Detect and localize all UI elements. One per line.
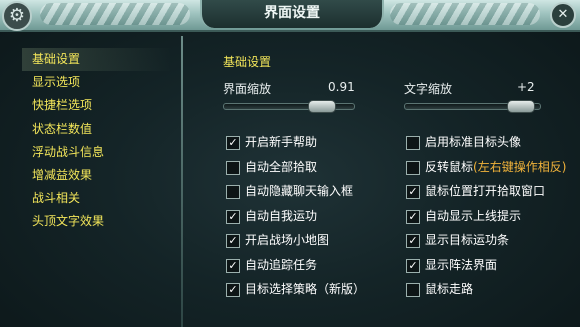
checkmark-icon: ✓ <box>408 258 418 272</box>
window-title: 界面设置 <box>200 0 384 28</box>
checkmark-icon: ✓ <box>408 234 418 247</box>
sidebar-item-combat[interactable]: 战斗相关 <box>22 187 172 210</box>
text-scale-value: +2 <box>517 80 535 94</box>
sidebar-item-floating-combat[interactable]: 浮动战斗信息 <box>22 141 172 164</box>
option-text: 自动追踪任务 <box>245 257 318 272</box>
option-label: 自动全部拾取 <box>245 159 317 176</box>
settings-content: 基础设置 界面缩放 0.91 文字缩放 +2 ✓ 开启新手帮助 自动全部拾取自动隐藏… <box>190 48 580 327</box>
option-label: 鼠标位置打开拾取窗口 <box>425 183 545 200</box>
checkbox[interactable] <box>406 283 420 297</box>
option-note: (左右键操作相反) <box>473 159 567 174</box>
option-text: 反转鼠标 <box>425 159 474 174</box>
option-label: 自动隐藏聊天输入框 <box>245 183 353 200</box>
option-label: 鼠标走路 <box>425 281 473 298</box>
option-label: 自动追踪任务 <box>245 257 317 274</box>
option-text: 自动显示上线提示 <box>425 208 522 223</box>
checkmark-icon: ✓ <box>228 136 238 149</box>
checkmark-icon: ✓ <box>408 185 418 198</box>
settings-sidebar: 基础设置 显示选项 快捷栏选项 状态栏数值 浮动战斗信息 增减益效果 战斗相关 … <box>22 48 172 327</box>
text-scale-label: 文字缩放 <box>404 82 453 96</box>
checkbox[interactable]: ✓ <box>226 209 240 224</box>
sidebar-item-display[interactable]: 显示选项 <box>22 71 172 94</box>
checkbox[interactable] <box>406 160 420 175</box>
title-bar: ⚙ 界面设置 ✕ <box>0 0 580 32</box>
ui-scale-slider-thumb[interactable] <box>308 100 336 113</box>
option-label: 开启新手帮助 <box>245 134 317 151</box>
checkbox[interactable]: ✓ <box>226 258 240 273</box>
section-title: 基础设置 <box>223 55 272 69</box>
sidebar-item-overhead-text[interactable]: 头顶文字效果 <box>22 210 172 233</box>
checkbox[interactable]: ✓ <box>406 234 420 248</box>
sidebar-item-statusbar[interactable]: 状态栏数值 <box>22 118 172 141</box>
close-icon[interactable]: ✕ <box>550 2 576 28</box>
option-label: 开启战场小地图 <box>245 232 329 249</box>
option-label: 反转鼠标(左右键操作相反) <box>425 159 566 176</box>
checkbox[interactable]: ✓ <box>226 283 240 297</box>
option-text: 鼠标位置打开拾取窗口 <box>425 184 546 198</box>
checkbox[interactable]: ✓ <box>406 185 420 199</box>
option-text: 自动自我运功 <box>245 208 318 223</box>
checkbox[interactable]: ✓ <box>226 234 240 248</box>
settings-window: ⚙ 界面设置 ✕ 基础设置 显示选项 快捷栏选项 状态栏数值 浮动战斗信息 增减… <box>0 0 580 327</box>
option-text: 开启战场小地图 <box>245 233 330 247</box>
ui-scale-slider[interactable] <box>223 100 355 113</box>
sidebar-item-hotbar[interactable]: 快捷栏选项 <box>22 94 172 117</box>
decorative-cloud-left <box>40 3 190 25</box>
checkbox[interactable]: ✓ <box>226 136 240 150</box>
checkmark-icon: ✓ <box>228 283 238 296</box>
option-text: 显示阵法界面 <box>425 257 498 272</box>
sidebar-item-basic[interactable]: 基础设置 <box>22 48 172 72</box>
checkmark-icon: ✓ <box>228 209 238 223</box>
checkbox[interactable] <box>406 136 420 150</box>
checkmark-icon: ✓ <box>408 209 418 223</box>
option-label: 显示阵法界面 <box>425 257 497 274</box>
gear-icon[interactable]: ⚙ <box>2 1 32 31</box>
option-text: 目标选择策略（新版） <box>245 282 366 296</box>
option-text: 启用标准目标头像 <box>425 135 522 149</box>
sidebar-item-buffs[interactable]: 增减益效果 <box>22 164 172 187</box>
panel-divider <box>181 36 183 327</box>
option-text: 自动全部拾取 <box>245 159 318 174</box>
option-text: 开启新手帮助 <box>245 135 318 149</box>
option-text: 显示目标运功条 <box>425 233 510 247</box>
decorative-cloud-right <box>390 3 540 25</box>
option-label: 启用标准目标头像 <box>425 134 521 151</box>
checkbox[interactable] <box>226 185 240 199</box>
text-scale-slider[interactable] <box>404 100 541 113</box>
checkbox[interactable]: ✓ <box>406 258 420 273</box>
text-scale-slider-thumb[interactable] <box>507 100 535 113</box>
checkmark-icon: ✓ <box>228 234 238 247</box>
option-label: 自动显示上线提示 <box>425 208 521 225</box>
ui-scale-value: 0.91 <box>328 80 355 94</box>
option-label: 显示目标运功条 <box>425 232 509 249</box>
checkbox[interactable]: ✓ <box>406 209 420 224</box>
option-label: 目标选择策略（新版） <box>245 281 365 298</box>
checkmark-icon: ✓ <box>228 258 238 272</box>
option-label: 自动自我运功 <box>245 208 317 225</box>
checkbox[interactable] <box>226 160 240 175</box>
option-text: 自动隐藏聊天输入框 <box>245 184 354 198</box>
ui-scale-label: 界面缩放 <box>223 82 272 96</box>
option-text: 鼠标走路 <box>425 282 474 296</box>
